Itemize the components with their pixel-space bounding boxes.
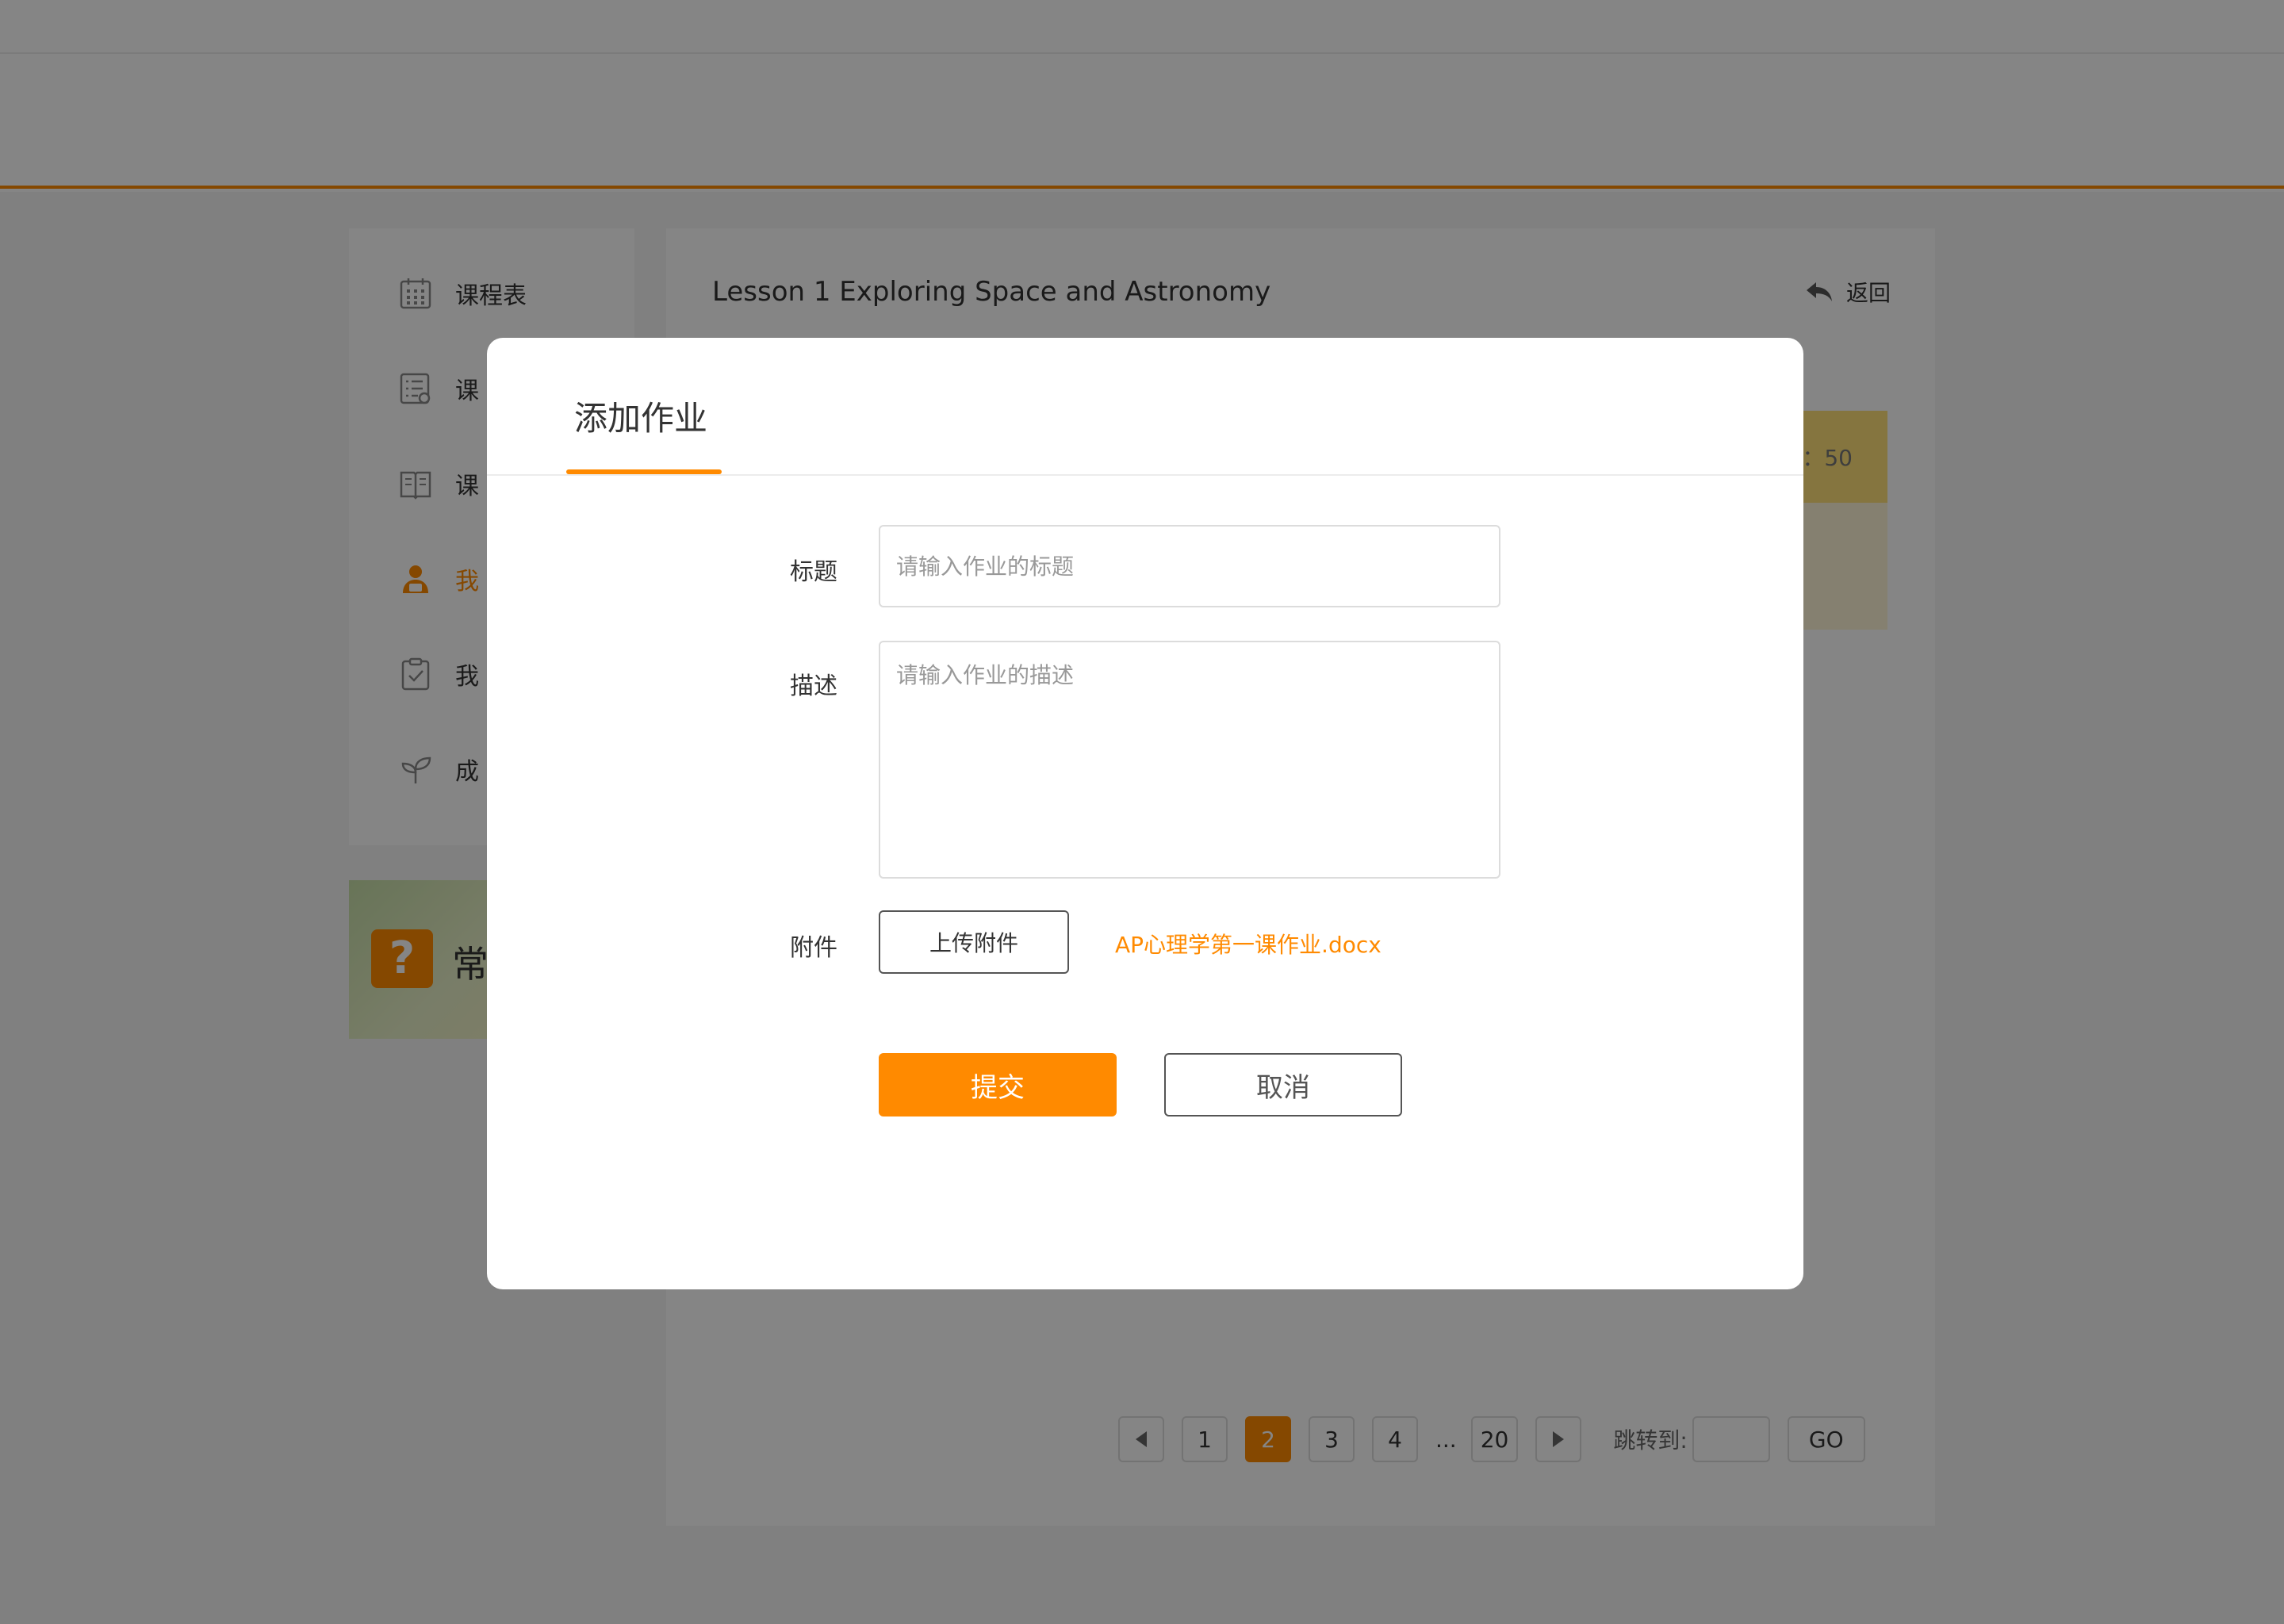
dialog-tab-bar: 添加作业 [487, 338, 1803, 476]
title-label: 标题 [790, 558, 837, 586]
upload-attachment-button[interactable]: 上传附件 [879, 910, 1069, 974]
attached-file-link[interactable]: AP心理学第一课作业.docx [1115, 928, 1382, 959]
tab-underline [566, 469, 722, 474]
description-label: 描述 [790, 672, 837, 700]
homework-title-input[interactable] [879, 525, 1500, 607]
homework-description-input[interactable] [879, 641, 1500, 879]
cancel-button[interactable]: 取消 [1164, 1053, 1402, 1116]
submit-button[interactable]: 提交 [879, 1053, 1117, 1116]
add-homework-dialog: 添加作业 标题 描述 附件 上传附件 AP心理学第一课作业.docx 提交 取消 [487, 338, 1803, 1289]
dialog-title: 添加作业 [574, 399, 708, 438]
attachment-label: 附件 [790, 934, 837, 962]
